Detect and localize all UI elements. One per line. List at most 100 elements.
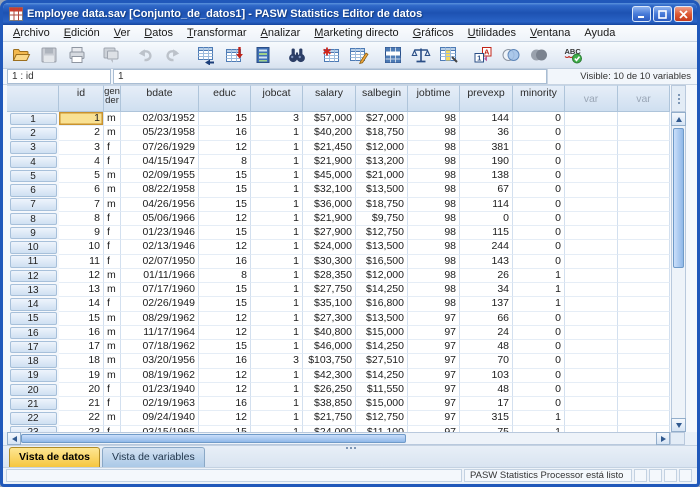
cell-var2[interactable]	[618, 340, 670, 354]
cell-id[interactable]: 2	[59, 126, 104, 140]
menu-utilidades[interactable]: Utilidades	[461, 26, 523, 40]
use-variable-sets-button[interactable]	[498, 43, 524, 67]
cell-salbegin[interactable]: $16,500	[356, 255, 408, 269]
cell-minority[interactable]: 0	[513, 326, 565, 340]
cell-id[interactable]: 18	[59, 354, 104, 368]
cell-prevexp[interactable]: 137	[460, 297, 513, 311]
row-number[interactable]: 5	[7, 169, 59, 183]
cell-gender[interactable]: f	[104, 255, 121, 269]
cell-var2[interactable]	[618, 397, 670, 411]
cell-jobcat[interactable]: 1	[251, 312, 303, 326]
cell-bdate[interactable]: 07/17/1960	[121, 283, 199, 297]
cell-minority[interactable]: 0	[513, 226, 565, 240]
cell-bdate[interactable]: 02/09/1955	[121, 169, 199, 183]
insert-variable-button[interactable]	[346, 43, 372, 67]
cell-id[interactable]: 15	[59, 312, 104, 326]
cell-salary[interactable]: $40,200	[303, 126, 356, 140]
cell-jobtime[interactable]: 97	[408, 411, 460, 425]
cell-salary[interactable]: $32,100	[303, 183, 356, 197]
cell-educ[interactable]: 15	[199, 297, 251, 311]
column-header-educ[interactable]: educ	[199, 85, 251, 112]
cell-bdate[interactable]: 05/06/1966	[121, 212, 199, 226]
cell-id[interactable]: 17	[59, 340, 104, 354]
cell-educ[interactable]: 15	[199, 183, 251, 197]
cell-bdate[interactable]: 01/11/1966	[121, 269, 199, 283]
row-number[interactable]: 12	[7, 269, 59, 283]
cell-educ[interactable]: 12	[199, 312, 251, 326]
save-button[interactable]	[36, 43, 62, 67]
cell-salary[interactable]: $21,900	[303, 212, 356, 226]
row-number[interactable]: 3	[7, 141, 59, 155]
column-header-bdate[interactable]: bdate	[121, 85, 199, 112]
weight-cases-button[interactable]	[408, 43, 434, 67]
cell-id[interactable]: 1	[59, 112, 104, 126]
cell-id[interactable]: 9	[59, 226, 104, 240]
cell-var1[interactable]	[565, 155, 618, 169]
cell-id[interactable]: 8	[59, 212, 104, 226]
cell-prevexp[interactable]: 26	[460, 269, 513, 283]
cell-bdate[interactable]: 02/19/1963	[121, 397, 199, 411]
column-header-prevexp[interactable]: prevexp	[460, 85, 513, 112]
row-number[interactable]: 11	[7, 255, 59, 269]
column-header-salbegin[interactable]: salbegin	[356, 85, 408, 112]
cell-salary[interactable]: $57,000	[303, 112, 356, 126]
cell-gender[interactable]: f	[104, 212, 121, 226]
cell-bdate[interactable]: 04/26/1956	[121, 198, 199, 212]
cell-salary[interactable]: $26,250	[303, 383, 356, 397]
cell-id[interactable]: 4	[59, 155, 104, 169]
cell-id[interactable]: 20	[59, 383, 104, 397]
scroll-up-button[interactable]	[671, 112, 686, 126]
cell-salbegin[interactable]: $16,800	[356, 297, 408, 311]
grid-corner-cell[interactable]	[7, 85, 59, 112]
cell-salbegin[interactable]: $12,000	[356, 269, 408, 283]
cell-minority[interactable]: 1	[513, 297, 565, 311]
cell-var2[interactable]	[618, 283, 670, 297]
recall-dialogs-button[interactable]	[98, 43, 124, 67]
cell-var2[interactable]	[618, 255, 670, 269]
cell-id[interactable]: 22	[59, 411, 104, 425]
cell-bdate[interactable]: 01/23/1940	[121, 383, 199, 397]
cell-var1[interactable]	[565, 141, 618, 155]
cell-minority[interactable]: 1	[513, 269, 565, 283]
cell-prevexp[interactable]: 24	[460, 326, 513, 340]
cell-gender[interactable]: m	[104, 369, 121, 383]
cell-salbegin[interactable]: $12,750	[356, 411, 408, 425]
row-number[interactable]: 2	[7, 126, 59, 140]
cell-prevexp[interactable]: 48	[460, 383, 513, 397]
column-header-var1[interactable]: var	[565, 85, 618, 112]
row-number[interactable]: 15	[7, 312, 59, 326]
cell-salbegin[interactable]: $15,000	[356, 397, 408, 411]
cell-salary[interactable]: $35,100	[303, 297, 356, 311]
cell-prevexp[interactable]: 67	[460, 183, 513, 197]
cell-jobcat[interactable]: 1	[251, 183, 303, 197]
cell-salbegin[interactable]: $13,500	[356, 183, 408, 197]
cell-jobcat[interactable]: 3	[251, 354, 303, 368]
cell-jobtime[interactable]: 97	[408, 354, 460, 368]
cell-minority[interactable]: 0	[513, 312, 565, 326]
cell-var1[interactable]	[565, 411, 618, 425]
cell-bdate[interactable]: 04/15/1947	[121, 155, 199, 169]
cell-bdate[interactable]: 07/26/1929	[121, 141, 199, 155]
cell-jobtime[interactable]: 98	[408, 212, 460, 226]
cell-jobcat[interactable]: 1	[251, 326, 303, 340]
cell-prevexp[interactable]: 381	[460, 141, 513, 155]
cell-minority[interactable]: 0	[513, 183, 565, 197]
column-header-minority[interactable]: minority	[513, 85, 565, 112]
row-number[interactable]: 4	[7, 155, 59, 169]
cell-salary[interactable]: $27,300	[303, 312, 356, 326]
cell-var2[interactable]	[618, 354, 670, 368]
cell-educ[interactable]: 12	[199, 326, 251, 340]
cell-gender[interactable]: m	[104, 126, 121, 140]
cell-jobtime[interactable]: 98	[408, 240, 460, 254]
cell-var1[interactable]	[565, 269, 618, 283]
cell-prevexp[interactable]: 244	[460, 240, 513, 254]
cell-salary[interactable]: $38,850	[303, 397, 356, 411]
cell-minority[interactable]: 1	[513, 283, 565, 297]
cell-jobcat[interactable]: 1	[251, 297, 303, 311]
cell-salbegin[interactable]: $13,500	[356, 312, 408, 326]
cell-prevexp[interactable]: 315	[460, 411, 513, 425]
cell-jobtime[interactable]: 98	[408, 112, 460, 126]
cell-bdate[interactable]: 11/17/1964	[121, 326, 199, 340]
cell-jobtime[interactable]: 97	[408, 383, 460, 397]
cell-prevexp[interactable]: 0	[460, 212, 513, 226]
